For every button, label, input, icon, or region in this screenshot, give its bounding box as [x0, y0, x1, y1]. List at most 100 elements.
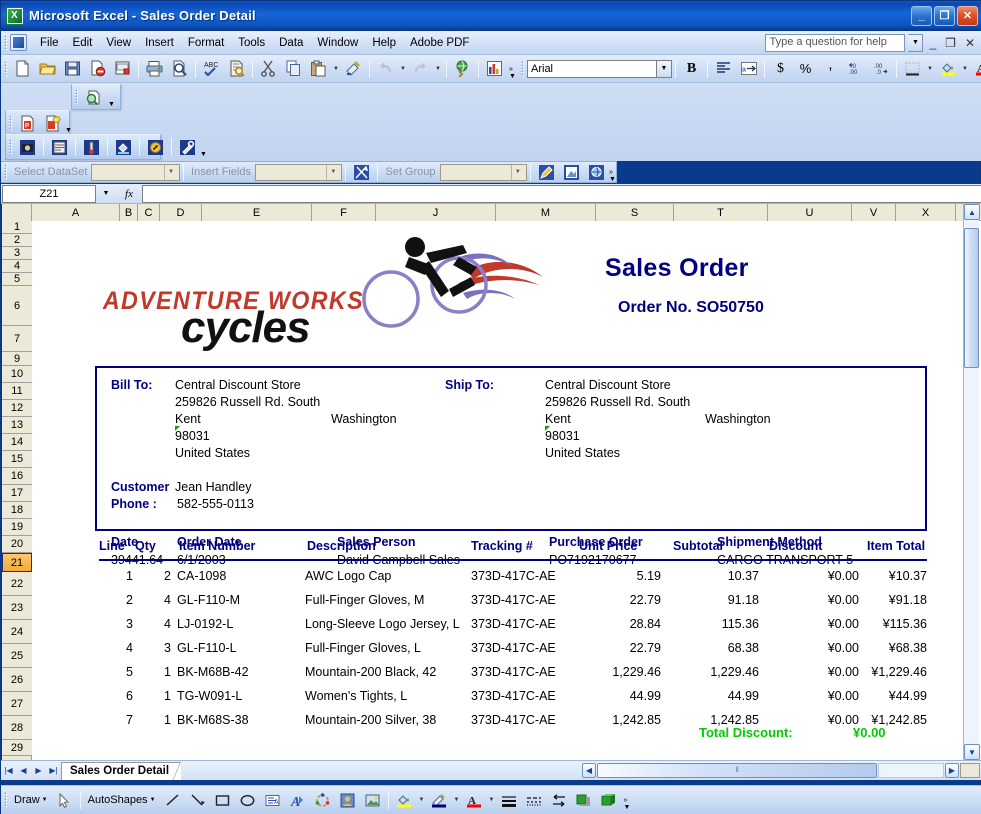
close-button[interactable]: ✕: [957, 5, 978, 26]
column-header-e[interactable]: E: [202, 204, 312, 221]
standard-toolbar-overflow-icon[interactable]: » ▼: [507, 57, 518, 81]
menu-file[interactable]: File: [33, 34, 66, 52]
scroll-left-button[interactable]: ◀: [582, 763, 596, 778]
diagram-icon[interactable]: [311, 789, 334, 811]
wordart-icon[interactable]: A: [286, 789, 309, 811]
chevron-down-icon[interactable]: ▼: [164, 164, 178, 180]
scroll-right-button[interactable]: ▶: [945, 763, 959, 778]
row-header-9[interactable]: 9: [2, 352, 32, 366]
menu-help[interactable]: Help: [365, 34, 403, 52]
fill-color-dropdown-icon[interactable]: ▼: [960, 58, 970, 80]
scroll-down-button[interactable]: ▼: [964, 744, 980, 760]
new-icon[interactable]: [11, 58, 34, 80]
standard-toolbar-gripper[interactable]: [4, 60, 7, 77]
row-header-19[interactable]: 19: [2, 519, 32, 536]
paste-dropdown-icon[interactable]: ▼: [331, 58, 341, 80]
formatting-toolbar-gripper[interactable]: [521, 60, 524, 77]
designer-icon[interactable]: [560, 161, 583, 183]
row-header-7[interactable]: 7: [2, 326, 32, 352]
menu-view[interactable]: View: [99, 34, 138, 52]
menu-data[interactable]: Data: [272, 34, 310, 52]
last-sheet-button[interactable]: ▶|: [46, 763, 61, 779]
doc-restore-button[interactable]: ❐: [942, 36, 959, 50]
convert-with-comments-icon[interactable]: [41, 112, 64, 134]
column-header-s[interactable]: S: [596, 204, 674, 221]
sheet-tab-sales-order-detail[interactable]: Sales Order Detail: [61, 761, 182, 780]
arrow-style-icon[interactable]: [548, 789, 571, 811]
clip-art-icon[interactable]: [336, 789, 359, 811]
line-color-dropdown-icon[interactable]: ▼: [452, 789, 462, 811]
email-icon[interactable]: [111, 58, 134, 80]
currency-icon[interactable]: $: [769, 58, 792, 80]
row-header-6[interactable]: 6: [2, 286, 32, 326]
column-header-t[interactable]: T: [674, 204, 768, 221]
row-header-4[interactable]: 4: [2, 260, 32, 273]
redo-icon[interactable]: [409, 58, 432, 80]
paste-icon[interactable]: [307, 58, 330, 80]
row-header-29[interactable]: 29: [2, 740, 32, 756]
chevron-down-icon[interactable]: ▼: [908, 33, 924, 52]
hscroll-thumb[interactable]: ⦀: [597, 763, 877, 778]
sword-icon[interactable]: [350, 161, 373, 183]
dash-style-icon[interactable]: [523, 789, 546, 811]
row-header-25[interactable]: 25: [2, 644, 32, 668]
bold-icon[interactable]: B: [680, 58, 703, 80]
row-header-5[interactable]: 5: [2, 273, 32, 286]
3d-style-icon[interactable]: [598, 789, 621, 811]
row-header-13[interactable]: 13: [2, 417, 32, 434]
decrease-decimal-icon[interactable]: .00.0: [869, 58, 892, 80]
ask-a-question-input[interactable]: Type a question for help: [765, 33, 906, 52]
report-icon[interactable]: [48, 136, 71, 158]
comma-icon[interactable]: ,: [819, 57, 842, 80]
fill-color-dropdown-icon[interactable]: ▼: [417, 789, 427, 811]
menu-gripper[interactable]: [4, 34, 7, 51]
align-left-icon[interactable]: [712, 58, 735, 80]
print-preview-icon[interactable]: [168, 58, 191, 80]
permission-icon[interactable]: [86, 58, 109, 80]
drawing-toolbar-gripper[interactable]: [4, 792, 7, 808]
column-header-a[interactable]: A: [32, 204, 120, 221]
row-header-26[interactable]: 26: [2, 668, 32, 692]
font-name-input[interactable]: Arial: [527, 59, 657, 78]
merge-center-icon[interactable]: a: [737, 58, 760, 80]
column-header-u[interactable]: U: [768, 204, 852, 221]
row-header-15[interactable]: 15: [2, 451, 32, 468]
select-dataset-combo[interactable]: ▼: [91, 163, 181, 181]
menu-insert[interactable]: Insert: [138, 34, 181, 52]
oval-icon[interactable]: [236, 789, 259, 811]
row-header-3[interactable]: 3: [2, 247, 32, 260]
scroll-up-button[interactable]: ▲: [964, 204, 980, 220]
minimize-button[interactable]: _: [911, 5, 932, 26]
open-icon[interactable]: [36, 58, 59, 80]
select-objects-icon[interactable]: [53, 789, 76, 811]
column-header-v[interactable]: V: [852, 204, 896, 221]
cut-icon[interactable]: [257, 58, 280, 80]
formula-input[interactable]: [142, 184, 981, 203]
row-header-21[interactable]: 21: [2, 553, 32, 572]
doc-minimize-button[interactable]: _: [926, 36, 939, 50]
thermometer-icon[interactable]: [80, 136, 103, 158]
chevron-down-icon[interactable]: ▼: [510, 164, 524, 180]
snapshot-toolbar-gripper[interactable]: [75, 89, 78, 105]
font-color-icon[interactable]: A: [463, 789, 486, 811]
redo-dropdown-icon[interactable]: ▼: [433, 58, 443, 80]
insert-function-icon[interactable]: fx: [116, 185, 142, 203]
format-painter-icon[interactable]: [342, 58, 365, 80]
hyperlink-icon[interactable]: [451, 58, 474, 80]
menu-tools[interactable]: Tools: [231, 34, 272, 52]
compass-icon[interactable]: [144, 136, 167, 158]
arrow-icon[interactable]: [186, 789, 209, 811]
select-all-corner[interactable]: [2, 204, 32, 221]
document-system-icon[interactable]: [10, 34, 27, 51]
tab-split-handle[interactable]: [960, 763, 980, 778]
column-header-d[interactable]: D: [160, 204, 202, 221]
draw-menu-button[interactable]: Draw ▼: [10, 789, 52, 811]
percent-icon[interactable]: %: [794, 58, 817, 80]
paint-icon[interactable]: [112, 136, 135, 158]
fill-color-icon[interactable]: [936, 58, 959, 80]
print-icon[interactable]: [143, 58, 166, 80]
row-header-28[interactable]: 28: [2, 716, 32, 740]
font-name-dropdown-icon[interactable]: ▼: [657, 59, 672, 78]
borders-icon[interactable]: [901, 58, 924, 80]
row-header-1[interactable]: 1: [2, 221, 32, 234]
